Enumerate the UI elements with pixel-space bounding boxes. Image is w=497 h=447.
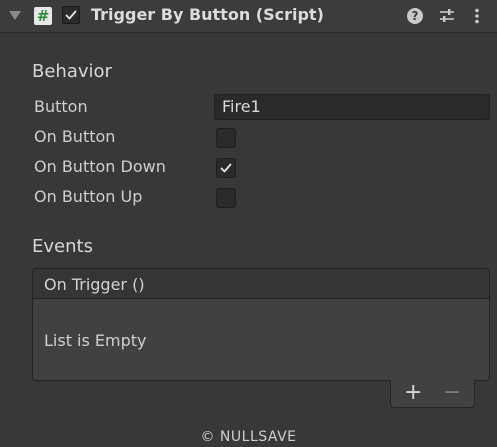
behavior-section-title: Behavior bbox=[32, 61, 112, 82]
on-button-up-checkbox[interactable] bbox=[216, 188, 236, 208]
on-button-label: On Button bbox=[34, 127, 116, 146]
remove-listener-button[interactable]: − bbox=[443, 380, 461, 406]
foldout-arrow-icon[interactable] bbox=[9, 11, 21, 20]
on-button-up-label: On Button Up bbox=[34, 187, 143, 206]
button-field-label: Button bbox=[34, 97, 88, 116]
on-trigger-event-label: On Trigger () bbox=[44, 275, 145, 294]
checkmark-icon bbox=[65, 10, 77, 20]
component-enabled-checkbox[interactable] bbox=[62, 6, 80, 24]
component-header[interactable]: # Trigger By Button (Script) ? bbox=[0, 0, 497, 33]
events-section-title: Events bbox=[32, 236, 93, 257]
on-button-down-label: On Button Down bbox=[34, 157, 166, 176]
list-controls: + − bbox=[390, 380, 475, 408]
button-input[interactable]: Fire1 bbox=[214, 94, 490, 120]
checkmark-icon bbox=[220, 163, 232, 173]
on-trigger-event-list: On Trigger () List is Empty bbox=[32, 268, 490, 381]
component-title: Trigger By Button (Script) bbox=[91, 5, 324, 24]
on-trigger-event-header: On Trigger () bbox=[33, 269, 489, 299]
help-icon[interactable]: ? bbox=[407, 8, 423, 24]
on-button-down-checkbox[interactable] bbox=[216, 158, 236, 178]
footer-copyright: © NULLSAVE bbox=[200, 429, 297, 445]
on-button-checkbox[interactable] bbox=[216, 128, 236, 148]
preset-icon[interactable] bbox=[438, 7, 456, 25]
script-icon: # bbox=[34, 7, 52, 25]
add-listener-button[interactable]: + bbox=[404, 380, 422, 406]
list-empty-label: List is Empty bbox=[44, 331, 147, 350]
menu-kebab-icon[interactable] bbox=[468, 7, 486, 25]
